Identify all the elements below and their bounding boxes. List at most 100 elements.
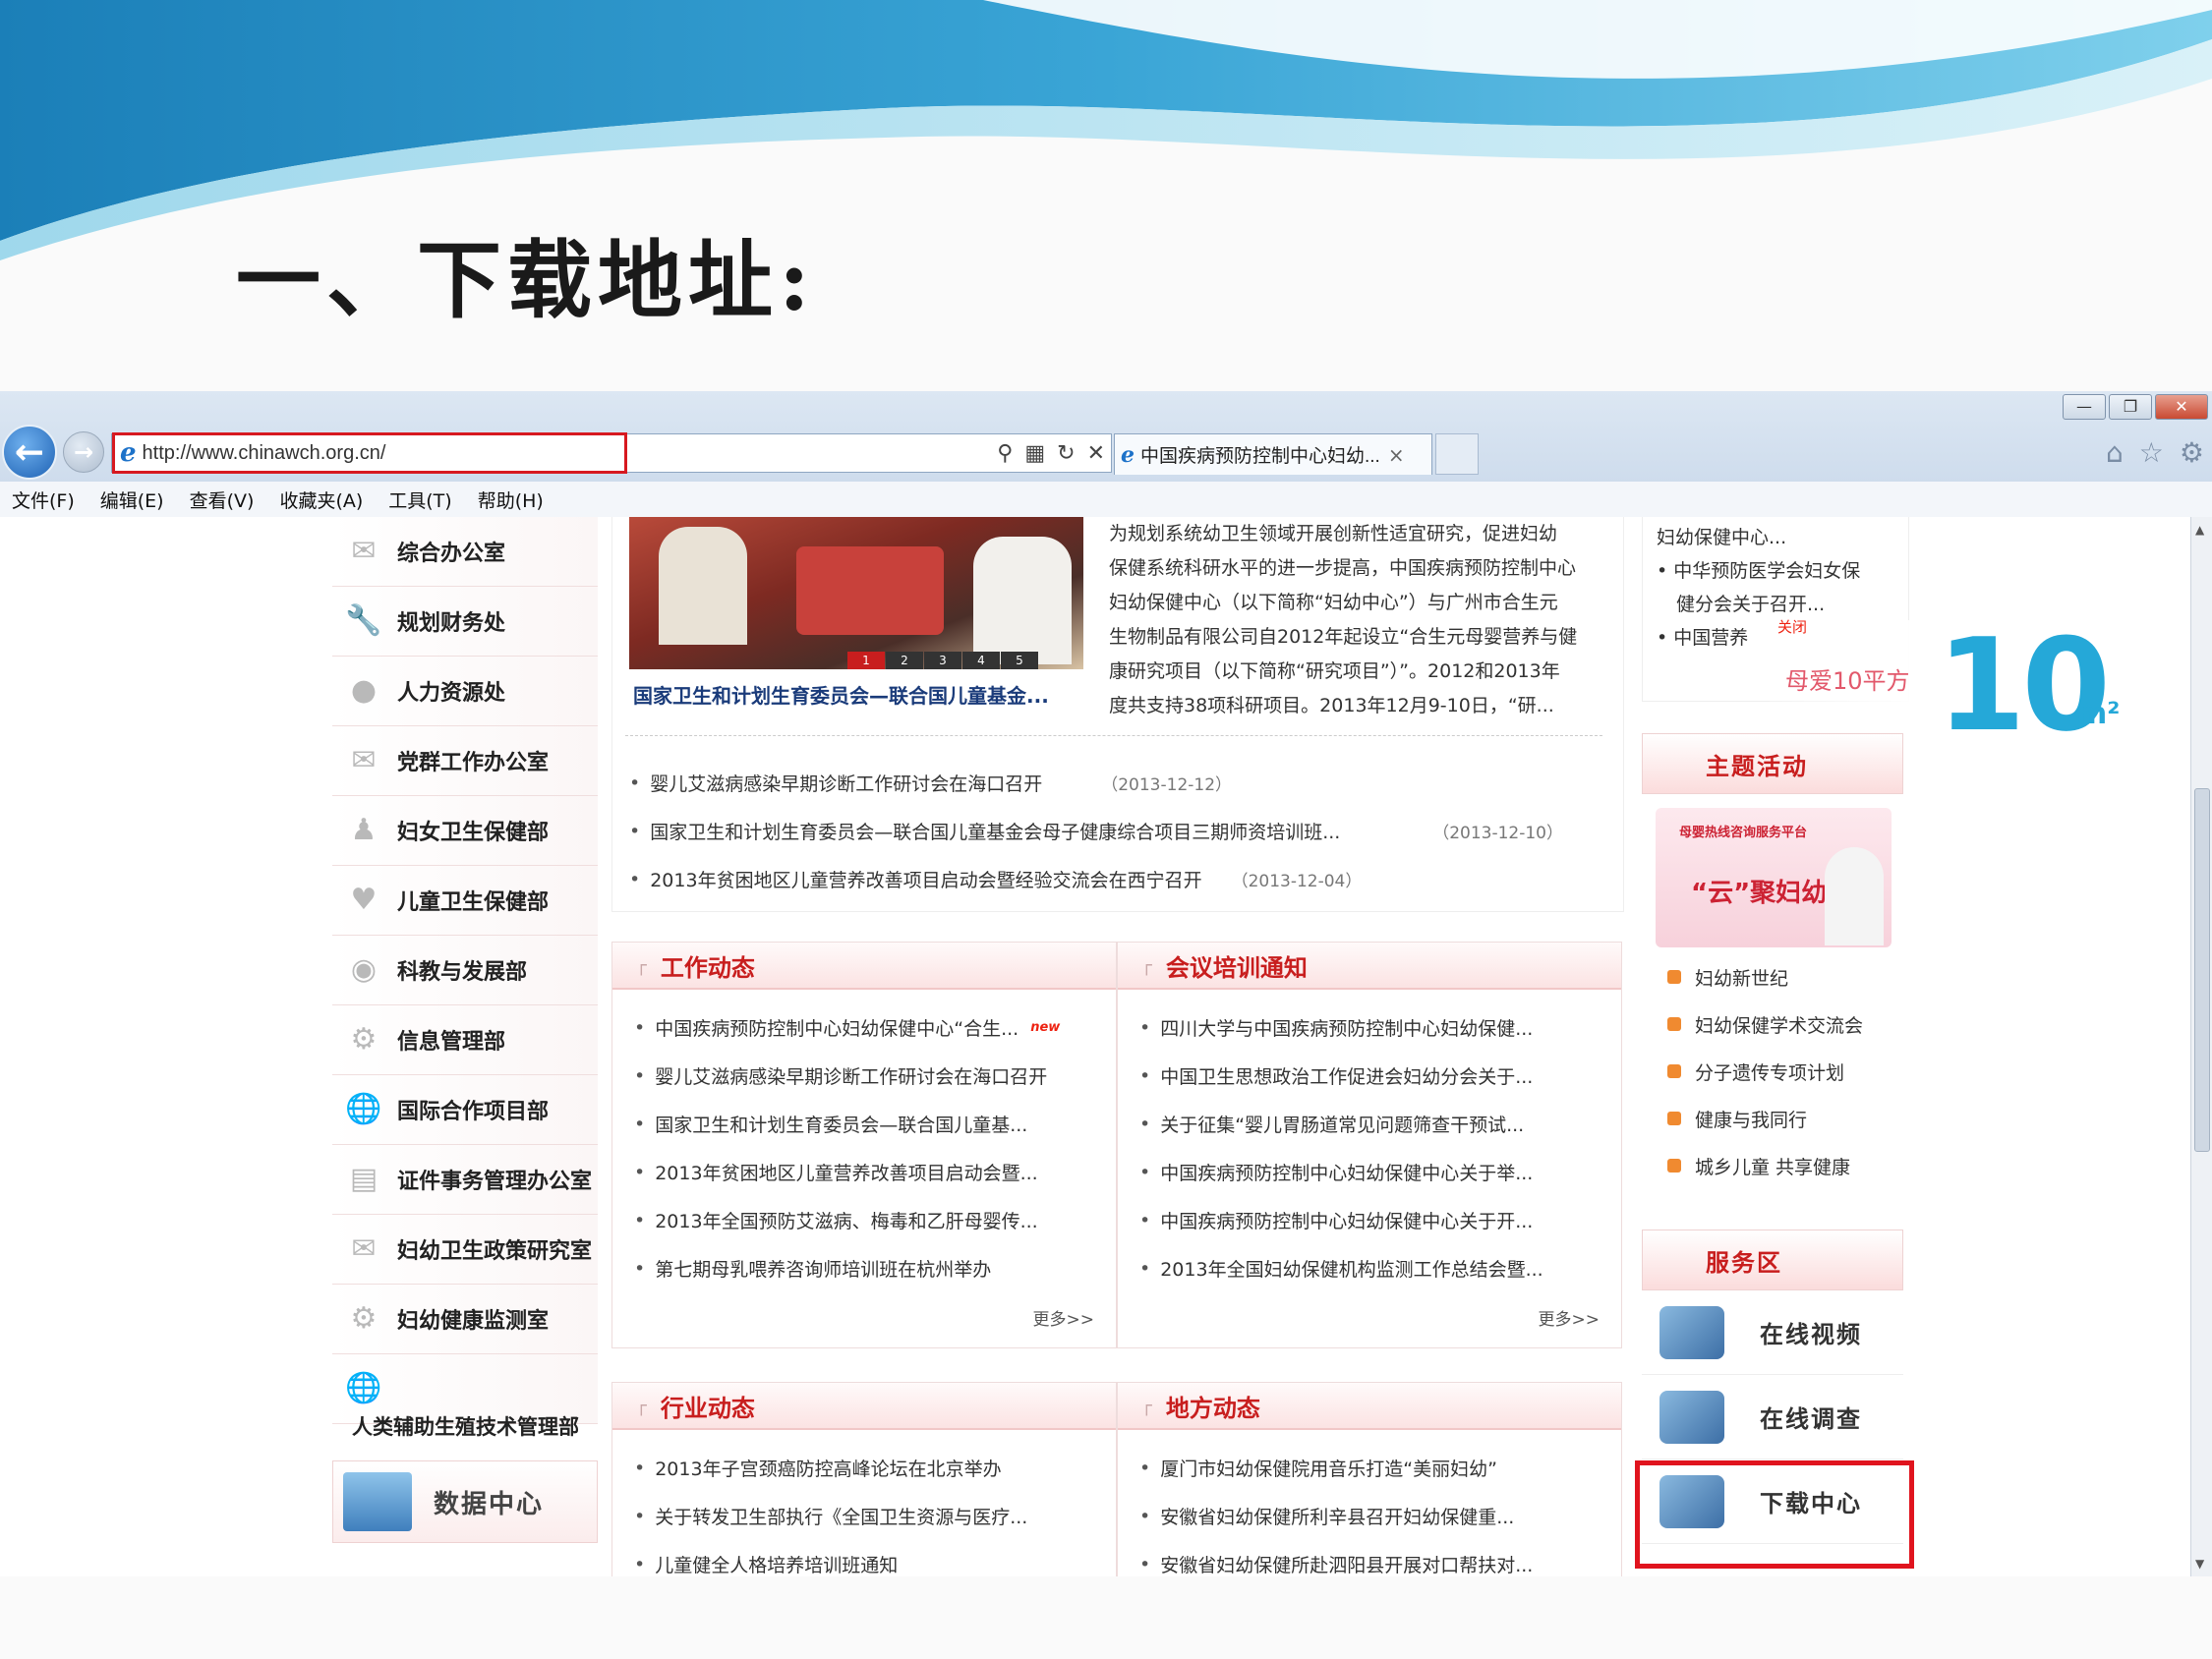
item-text[interactable]: 2013年全国预防艾滋病、梅毒和乙肝母婴传... <box>655 1207 1037 1233</box>
item-text[interactable]: 第七期母乳喂养咨询师培训班在杭州举办 <box>655 1255 991 1282</box>
nav-item-monitoring[interactable]: ⚙ 妇幼健康监测室 <box>332 1285 598 1354</box>
nav-item-hr[interactable]: ● 人力资源处 <box>332 657 598 726</box>
news-slider-photo[interactable]: 1 2 3 4 5 <box>629 517 1083 669</box>
headline-text[interactable]: 2013年贫困地区儿童营养改善项目启动会暨经验交流会在西宁召开 <box>650 866 1201 892</box>
news-line[interactable]: 度共支持38项科研项目。2013年12月9-10日，“研... <box>1109 689 1601 723</box>
menu-favorites[interactable]: 收藏夹(A) <box>279 486 363 513</box>
stop-icon[interactable]: ✕ <box>1087 441 1105 466</box>
more-link[interactable]: 更多>> <box>1033 1305 1095 1330</box>
list-item[interactable]: • 关于征集“婴儿胃肠道常见问题筛查干预试... <box>1139 1100 1603 1148</box>
restore-button[interactable]: ❐ <box>2109 394 2152 420</box>
menu-tools[interactable]: 工具(T) <box>388 486 451 513</box>
headline-row[interactable]: • 婴儿艾滋病感染早期诊断工作研讨会在海口召开 （2013-12-12） <box>629 759 1602 807</box>
slider-page[interactable]: 1 <box>847 652 885 669</box>
theme-link[interactable]: 妇幼保健学术交流会 <box>1642 1001 1903 1048</box>
nav-item-party-office[interactable]: ✉ 党群工作办公室 <box>332 726 598 796</box>
theme-link-text[interactable]: 健康与我同行 <box>1695 1106 1807 1132</box>
item-text[interactable]: 中国疾病预防控制中心妇幼保健中心“合生... <box>655 1014 1019 1041</box>
list-item[interactable]: • 四川大学与中国疾病预防控制中心妇幼保健... <box>1139 1003 1603 1052</box>
item-text[interactable]: 中国卫生思想政治工作促进会妇幼分会关于... <box>1160 1062 1533 1089</box>
section-title[interactable]: 会议培训通知 <box>1166 948 1308 983</box>
item-text[interactable]: 关于征集“婴儿胃肠道常见问题筛查干预试... <box>1160 1111 1524 1137</box>
list-item[interactable]: • 安徽省妇幼保健所赴泗阳县开展对口帮扶对... <box>1139 1540 1603 1577</box>
list-item[interactable]: • 2013年子宫颈癌防控高峰论坛在北京举办 <box>634 1444 1098 1492</box>
item-text[interactable]: 厦门市妇幼保健院用音乐打造“美丽妇幼” <box>1160 1455 1497 1481</box>
list-item[interactable]: • 2013年全国预防艾滋病、梅毒和乙肝母婴传... <box>634 1196 1098 1244</box>
theme-link-text[interactable]: 城乡儿童 共享健康 <box>1695 1153 1850 1179</box>
theme-banner[interactable]: 母婴热线咨询服务平台 “云”聚妇幼 <box>1656 808 1892 947</box>
slider-page[interactable]: 5 <box>1001 652 1038 669</box>
item-text[interactable]: 安徽省妇幼保健所赴泗阳县开展对口帮扶对... <box>1160 1551 1533 1576</box>
section-title[interactable]: 行业动态 <box>661 1389 755 1423</box>
list-item[interactable]: • 中国疾病预防控制中心妇幼保健中心“合生... new <box>634 1003 1098 1052</box>
home-icon[interactable]: ⌂ <box>2106 436 2124 469</box>
list-item[interactable]: • 2013年全国妇幼保健机构监测工作总结会暨... <box>1139 1244 1603 1292</box>
list-item[interactable]: • 厦门市妇幼保健院用音乐打造“美丽妇幼” <box>1139 1444 1603 1492</box>
menu-edit[interactable]: 编辑(E) <box>100 486 164 513</box>
list-item[interactable]: • 国家卫生和计划生育委员会—联合国儿童基... <box>634 1100 1098 1148</box>
nav-item-planning-finance[interactable]: 🔧 规划财务处 <box>332 587 598 657</box>
list-item[interactable]: • 儿童健全人格培养培训班通知 <box>634 1540 1098 1577</box>
theme-link-text[interactable]: 妇幼新世纪 <box>1695 964 1788 991</box>
theme-link[interactable]: 城乡儿童 共享健康 <box>1642 1142 1903 1189</box>
gear-icon[interactable]: ⚙ <box>2180 436 2204 469</box>
list-item[interactable]: • 中国疾病预防控制中心妇幼保健中心关于举... <box>1139 1148 1603 1196</box>
nav-item-science-edu[interactable]: ◉ 科教与发展部 <box>332 936 598 1005</box>
menu-help[interactable]: 帮助(H) <box>478 486 544 513</box>
list-item[interactable]: • 第七期母乳喂养咨询师培训班在杭州举办 <box>634 1244 1098 1292</box>
item-text[interactable]: 安徽省妇幼保健所利辛县召开妇幼保健重... <box>1160 1503 1514 1529</box>
item-text[interactable]: 儿童健全人格培养培训班通知 <box>655 1551 898 1576</box>
nav-item-general-office[interactable]: ✉ 综合办公室 <box>332 517 598 587</box>
item-text[interactable]: 2013年子宫颈癌防控高峰论坛在北京举办 <box>655 1455 1001 1481</box>
right-top-text[interactable]: 中华预防医学会妇女保 <box>1673 560 1860 582</box>
right-top-line[interactable]: • 中华预防医学会妇女保 <box>1657 554 1908 588</box>
photo-caption[interactable]: 国家卫生和计划生育委员会—联合国儿童基金... <box>633 680 1085 709</box>
vertical-scrollbar[interactable]: ▲ ▼ <box>2190 517 2212 1576</box>
url-text[interactable]: http://www.chinawch.org.cn/ <box>143 442 386 465</box>
headline-text[interactable]: 国家卫生和计划生育委员会—联合国儿童基金会母子健康综合项目三期师资培训班... <box>650 818 1340 844</box>
section-title[interactable]: 地方动态 <box>1166 1389 1260 1423</box>
right-top-text[interactable]: 中国营养 <box>1673 627 1748 649</box>
headline-row[interactable]: • 国家卫生和计划生育委员会—联合国儿童基金会母子健康综合项目三期师资培训班...… <box>629 807 1602 855</box>
nav-item-child-health[interactable]: ♥ 儿童卫生保健部 <box>332 866 598 936</box>
nav-item-women-health[interactable]: ♟ 妇女卫生保健部 <box>332 796 598 866</box>
address-bar[interactable]: e http://www.chinawch.org.cn/ ⚲ ▦ ↻ ✕ <box>111 433 1112 473</box>
service-online-video[interactable]: 在线视频 <box>1642 1290 1903 1375</box>
nav-item-info-mgmt[interactable]: ⚙ 信息管理部 <box>332 1005 598 1075</box>
slider-page[interactable]: 4 <box>962 652 1000 669</box>
menu-view[interactable]: 查看(V) <box>190 486 255 513</box>
item-text[interactable]: 2013年全国妇幼保健机构监测工作总结会暨... <box>1160 1255 1543 1282</box>
menu-file[interactable]: 文件(F) <box>12 486 75 513</box>
forward-arrow-icon[interactable]: → <box>63 431 104 473</box>
service-download-center[interactable]: 下载中心 <box>1642 1459 1903 1544</box>
back-arrow-icon[interactable]: ← <box>2 425 57 480</box>
section-title[interactable]: 工作动态 <box>661 948 755 983</box>
headline-text[interactable]: 婴儿艾滋病感染早期诊断工作研讨会在海口召开 <box>650 770 1042 796</box>
item-text[interactable]: 国家卫生和计划生育委员会—联合国儿童基... <box>655 1111 1027 1137</box>
tab-close-icon[interactable]: × <box>1388 443 1405 467</box>
list-item[interactable]: • 中国疾病预防控制中心妇幼保健中心关于开... <box>1139 1196 1603 1244</box>
scroll-up-icon[interactable]: ▲ <box>2195 523 2204 537</box>
theme-title[interactable]: 主题活动 <box>1706 747 1808 781</box>
list-item[interactable]: • 关于转发卫生部执行《全国卫生资源与医疗... <box>634 1492 1098 1540</box>
more-link[interactable]: 更多>> <box>1539 1305 1601 1330</box>
ad-banner-10m2[interactable]: 关闭 母爱10平方 10 m² <box>1770 610 2138 760</box>
nav-item-certificates[interactable]: ▤ 证件事务管理办公室 <box>332 1145 598 1215</box>
headline-row[interactable]: • 2013年贫困地区儿童营养改善项目启动会暨经验交流会在西宁召开 （2013-12… <box>629 855 1602 903</box>
search-icon[interactable]: ⚲ <box>997 441 1013 466</box>
theme-link[interactable]: 妇幼新世纪 <box>1642 953 1903 1001</box>
minimize-button[interactable]: — <box>2063 394 2106 420</box>
scroll-thumb[interactable] <box>2194 788 2210 1152</box>
item-text[interactable]: 2013年贫困地区儿童营养改善项目启动会暨... <box>655 1159 1037 1185</box>
scroll-down-icon[interactable]: ▼ <box>2195 1557 2204 1571</box>
list-item[interactable]: • 2013年贫困地区儿童营养改善项目启动会暨... <box>634 1148 1098 1196</box>
close-button[interactable]: ✕ <box>2155 394 2208 420</box>
item-text[interactable]: 四川大学与中国疾病预防控制中心妇幼保健... <box>1160 1014 1533 1041</box>
item-text[interactable]: 关于转发卫生部执行《全国卫生资源与医疗... <box>655 1503 1027 1529</box>
slider-page[interactable]: 3 <box>924 652 961 669</box>
theme-link[interactable]: 健康与我同行 <box>1642 1095 1903 1142</box>
new-tab-button[interactable] <box>1435 433 1479 475</box>
list-item[interactable]: • 婴儿艾滋病感染早期诊断工作研讨会在海口召开 <box>634 1052 1098 1100</box>
list-item[interactable]: • 安徽省妇幼保健所利辛县召开妇幼保健重... <box>1139 1492 1603 1540</box>
service-title[interactable]: 服务区 <box>1706 1243 1782 1278</box>
